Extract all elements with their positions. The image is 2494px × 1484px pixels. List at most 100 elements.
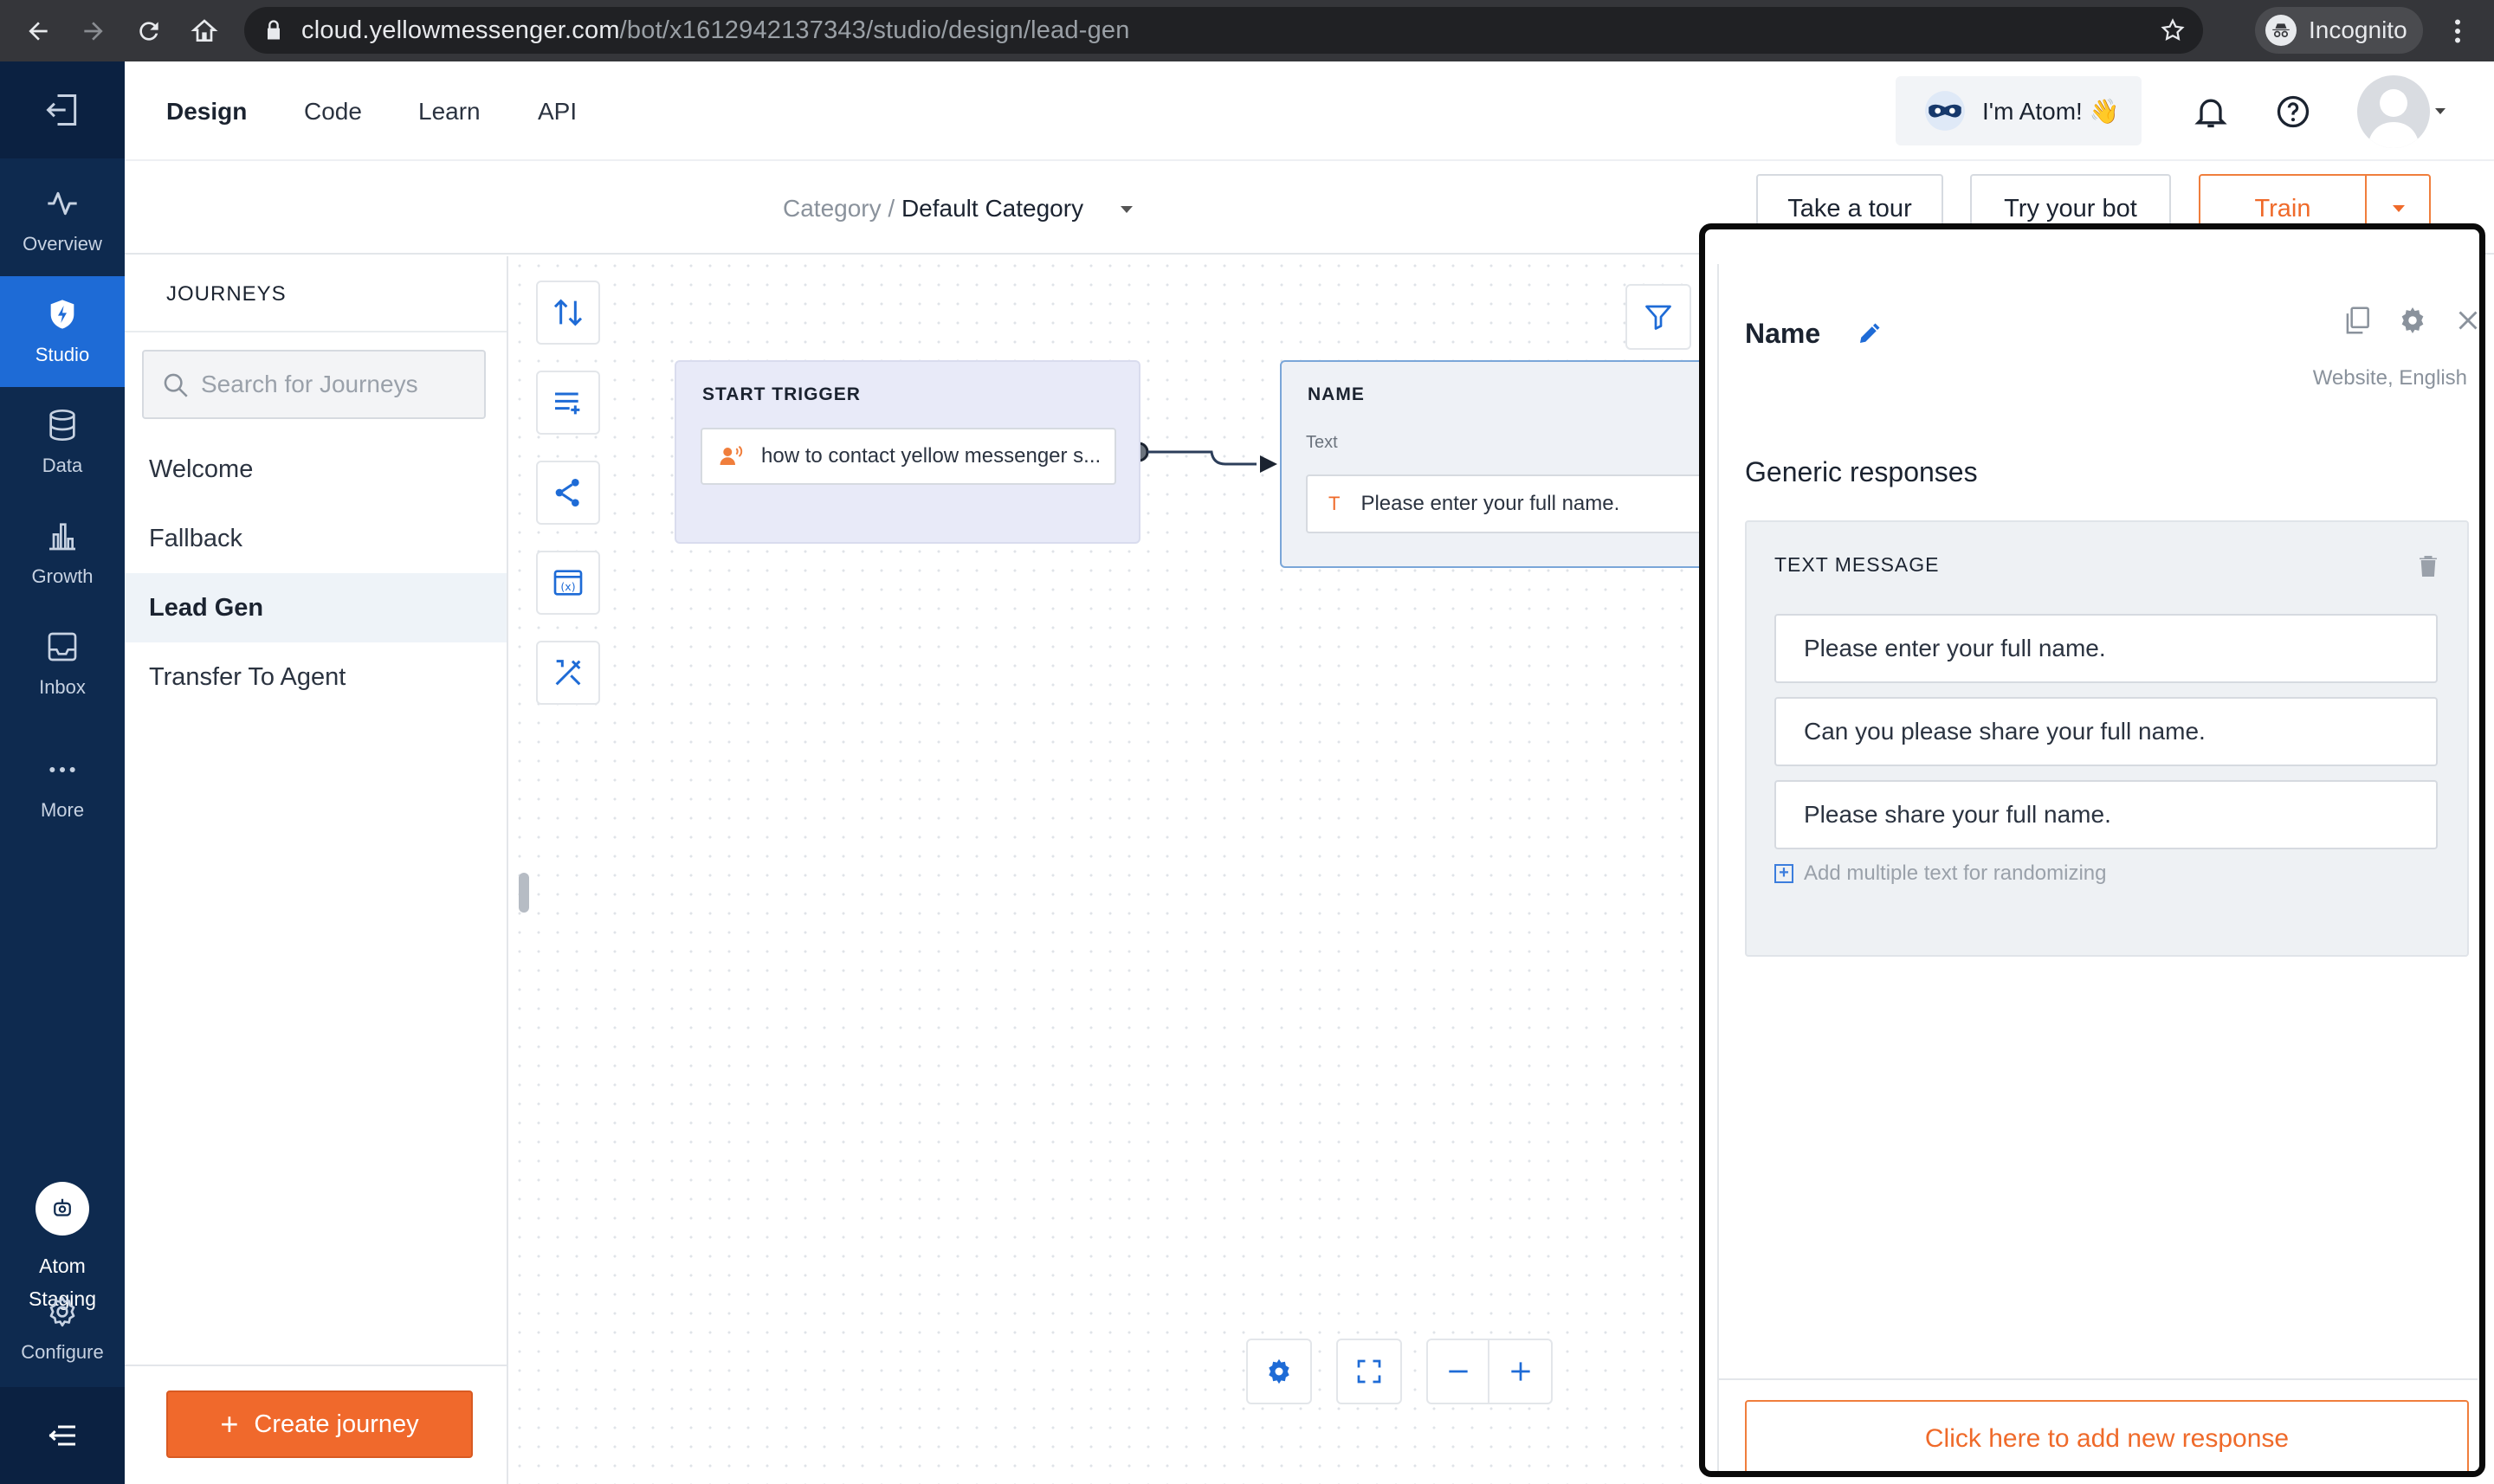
journeys-panel: JOURNEYS Welcome Fallback Lead Gen Trans… [125,256,508,1484]
filter-button[interactable] [1625,284,1691,350]
exit-icon [46,94,77,126]
category-dropdown-icon[interactable] [1121,206,1133,213]
journey-item-transfer-to-agent[interactable]: Transfer To Agent [125,642,507,712]
reload-icon[interactable] [130,12,168,50]
plus-icon [1510,1362,1530,1381]
bell-icon[interactable] [2192,93,2230,131]
add-list-tool-button[interactable] [536,371,600,435]
user-menu-caret-icon[interactable] [2435,108,2446,114]
sidebar-item-growth[interactable]: Growth [0,498,125,609]
sidebar-item-data[interactable]: Data [0,387,125,498]
inbox-icon [48,632,77,661]
canvas-settings-button[interactable] [1246,1339,1312,1404]
main-sidebar: Overview Studio Data Growth Inbox More A… [0,61,125,1484]
add-multiple-text-link[interactable]: + Add multiple text for randomizing [1774,861,2107,886]
help-icon[interactable] [2274,93,2312,131]
step-detail-panel: Name Website, English Generic responses … [1699,223,2485,1477]
filter-icon [1645,305,1671,330]
sort-tool-button[interactable] [536,281,600,345]
incognito-icon [2265,15,2297,46]
journeys-divider [125,331,507,332]
journey-search-input[interactable] [201,352,478,417]
top-header: Design Code Learn API I'm Atom! 👋 [125,61,2494,161]
pulse-icon [48,191,77,216]
journey-item-fallback[interactable]: Fallback [125,504,507,573]
step-channel-language: Website, English [2312,366,2467,390]
tab-learn[interactable]: Learn [418,61,481,161]
journeys-footer-divider [125,1365,507,1366]
message-input-1[interactable]: Please enter your full name. [1774,614,2438,683]
user-avatar[interactable] [2357,75,2430,148]
text-type-icon: T [1328,493,1341,514]
bot-icon [54,1198,71,1216]
message-input-3[interactable]: Please share your full name. [1774,780,2438,849]
sidebar-item-configure[interactable]: Configure [0,1274,125,1384]
variable-window-icon: (x) [553,570,583,596]
collapse-menu-icon [48,1425,75,1446]
browser-toolbar: cloud.yellowmessenger.com/bot/x161294213… [0,0,2494,61]
step-name-title: Name [1745,318,1821,349]
tools-tool-button[interactable] [536,641,600,705]
atom-assistant-button[interactable]: I'm Atom! 👋 [1896,76,2142,145]
shield-icon [50,300,74,329]
more-dots-icon [49,767,75,772]
collapse-sidebar-button[interactable] [0,1387,125,1484]
fit-view-button[interactable] [1336,1339,1402,1404]
url-text: cloud.yellowmessenger.com/bot/x161294213… [301,16,1130,44]
user-avatar-icon [2368,89,2420,148]
gear-icon[interactable] [2396,304,2429,337]
panel-footer-divider [1719,1378,2478,1380]
sidebar-item-inbox[interactable]: Inbox [0,609,125,719]
database-icon [49,410,75,442]
generic-responses-title: Generic responses [1745,456,1978,487]
gear-icon [49,1296,75,1327]
train-dropdown-icon[interactable] [2393,205,2405,212]
home-icon[interactable] [185,12,223,50]
search-icon [164,373,188,397]
close-icon[interactable] [2452,304,2484,337]
pencil-icon[interactable] [1856,321,1882,347]
tab-code[interactable]: Code [304,61,362,161]
zoom-out-button[interactable] [1428,1340,1490,1403]
add-new-response-button[interactable]: Click here to add new response [1745,1400,2469,1471]
variables-tool-button[interactable]: (x) [536,551,600,615]
bot-avatar [36,1182,89,1236]
create-journey-button[interactable]: + Create journey [166,1390,473,1458]
browser-menu-icon[interactable] [2442,16,2473,47]
exit-button[interactable] [0,61,125,158]
trigger-field[interactable]: how to contact yellow messenger s... [701,428,1116,485]
name-step-text-field[interactable]: T Please enter your full name. [1306,474,1711,533]
start-trigger-node[interactable]: START TRIGGER how to contact yellow mess… [675,360,1140,544]
user-speak-icon [720,445,743,465]
sidebar-item-more[interactable]: More [0,732,125,842]
category-breadcrumb[interactable]: Category / Default Category [783,163,1083,255]
share-icon [555,479,579,506]
journey-item-lead-gen[interactable]: Lead Gen [125,573,507,642]
address-bar[interactable]: cloud.yellowmessenger.com/bot/x161294213… [244,7,2203,54]
minus-icon [1448,1370,1468,1373]
share-tool-button[interactable] [536,461,600,525]
bar-chart-icon [49,523,75,551]
fullscreen-icon [1357,1359,1381,1384]
sidebar-item-studio[interactable]: Studio [0,276,125,387]
panel-resize-handle[interactable] [519,873,529,913]
tab-api[interactable]: API [538,61,577,161]
plus-icon: + [220,1406,239,1442]
bookmark-star-icon[interactable] [2160,17,2186,43]
sidebar-item-overview[interactable]: Overview [0,165,125,276]
back-icon[interactable] [19,12,57,50]
name-step-node[interactable]: NAME Text T Please enter your full name. [1280,360,1713,568]
forward-icon[interactable] [74,12,113,50]
gear-icon [1269,1358,1289,1384]
zoom-in-button[interactable] [1489,1340,1551,1403]
message-input-2[interactable]: Can you please share your full name. [1774,697,2438,766]
journey-item-welcome[interactable]: Welcome [125,435,507,504]
copy-icon[interactable] [2341,304,2374,337]
trash-icon[interactable] [2415,553,2441,579]
incognito-indicator[interactable]: Incognito [2255,7,2423,54]
tab-design[interactable]: Design [166,61,247,161]
list-add-icon [555,392,580,415]
atom-mask-icon [1925,91,1965,131]
svg-text:(x): (x) [560,580,575,593]
flow-canvas[interactable]: (x) START TRIGGER how to contact yellow … [510,256,1713,1484]
